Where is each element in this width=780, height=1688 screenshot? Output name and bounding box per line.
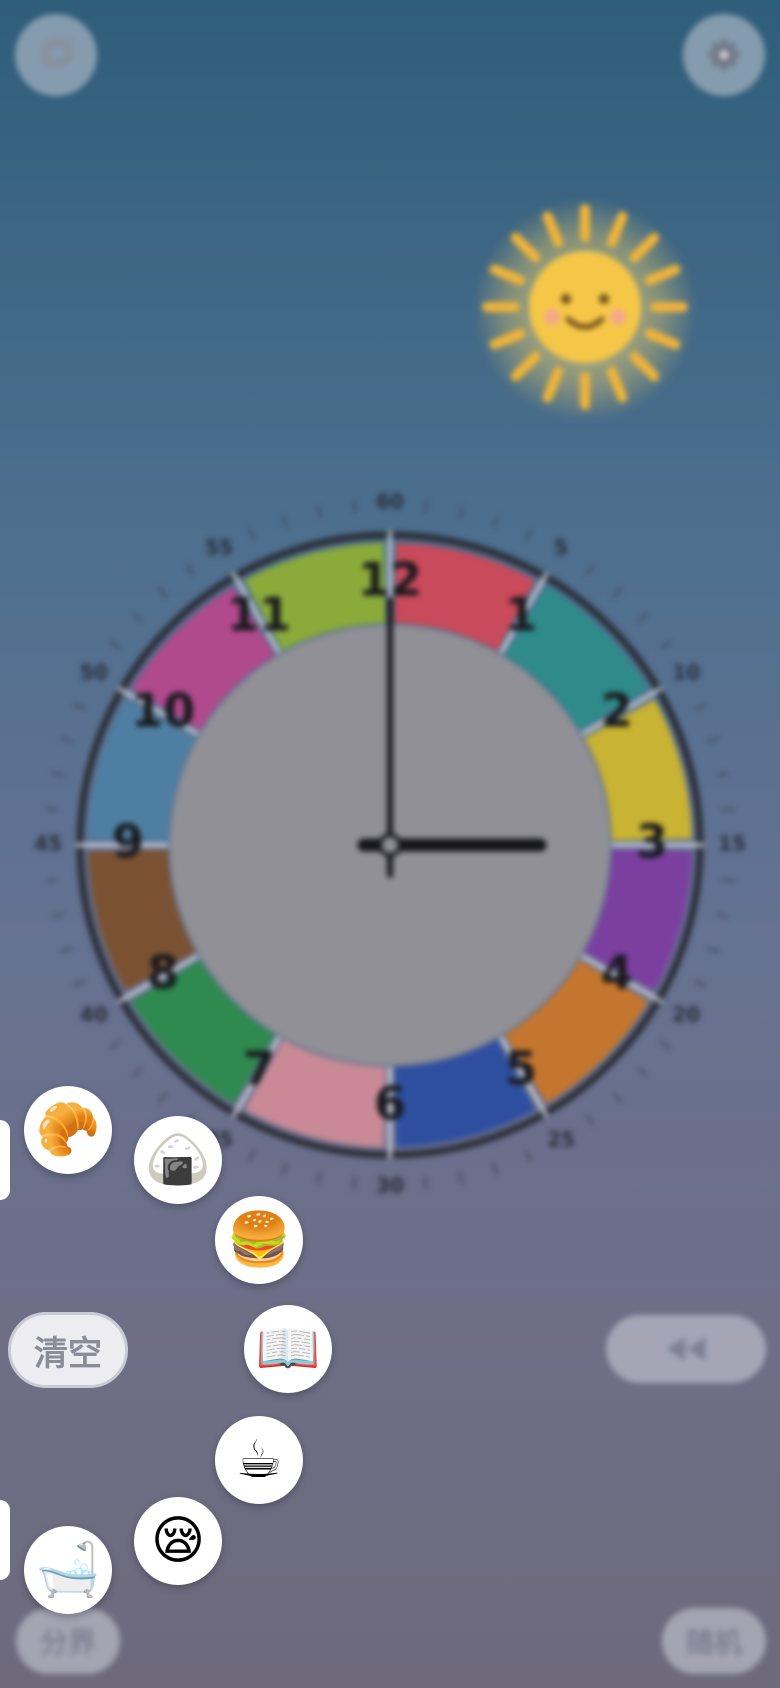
clock-minute-tick: — [127, 607, 148, 628]
clock-minute-tick: — [346, 1175, 363, 1191]
menu-item-partial[interactable] [0, 1500, 10, 1580]
smiling-sun-icon [470, 195, 700, 425]
clock-hour-number: 8 [147, 946, 179, 1000]
clock-minute-tick: — [704, 940, 722, 960]
clock-minute-tick: — [451, 1169, 470, 1186]
clock-minute-tick: — [49, 906, 66, 925]
analog-clock: — — — — — — — — — — — — — — — — — — — — — — — — — — — — — — — — — — — — — — — —… [0, 460, 780, 1220]
clock-minute-tick: — [518, 1146, 538, 1165]
clock-minute-tick: — [655, 1034, 676, 1055]
clock-minute-tick: — [44, 801, 60, 818]
menu-item-bathtub[interactable]: 🛁 [24, 1526, 112, 1614]
clock-minute-tick: — [720, 801, 736, 818]
clock-minute-label: 10 [672, 661, 700, 685]
clock-minute-tick: — [518, 525, 538, 544]
clock-minute-tick: — [346, 499, 363, 515]
clock-minute-tick: — [691, 973, 710, 993]
clock-hour-number: 3 [636, 815, 668, 869]
random-button[interactable]: 随机 [662, 1608, 766, 1674]
menu-item-sleepy[interactable]: 😪 [134, 1497, 222, 1585]
clock-minute-tick: — [105, 1034, 126, 1055]
window-icon [42, 39, 73, 67]
clock-minute-tick: — [451, 504, 470, 521]
settings-button[interactable] [683, 14, 765, 96]
window-button[interactable] [15, 14, 97, 96]
clock-minute-label: 20 [672, 1003, 700, 1027]
clock-minute-tick: — [275, 513, 295, 531]
clock-minute-label: 25 [547, 1128, 575, 1152]
clock-minute-tick: — [152, 582, 173, 603]
clock-minute-tick: — [607, 582, 628, 603]
clock-minute-tick: — [632, 607, 653, 628]
clock-minute-tick: — [105, 635, 126, 656]
rewind-icon [666, 1337, 706, 1361]
clock-center-pin [378, 833, 402, 857]
clock-minute-tick: — [720, 872, 736, 889]
clock-minute-tick: — [579, 560, 600, 581]
clock-minute-tick: — [579, 1110, 600, 1131]
clock-minute-tick: — [632, 1062, 653, 1083]
clock-minute-tick: — [485, 1159, 505, 1177]
clock-minute-tick: — [58, 730, 76, 750]
clock-hour-number: 2 [601, 684, 633, 738]
clock-hour-number: 9 [112, 815, 144, 869]
clock-minute-tick: — [607, 1087, 628, 1108]
clock-minute-tick: — [152, 1087, 173, 1108]
clock-minute-tick: — [704, 730, 722, 750]
clock-minute-label: 55 [205, 535, 233, 559]
clock-hour-number: 5 [505, 1041, 537, 1095]
clock-minute-tick: — [310, 1169, 329, 1186]
clock-minute-tick: — [310, 504, 329, 521]
clock-minute-tick: — [70, 973, 89, 993]
clock-minute-tick: — [417, 499, 434, 515]
clock-minute-label: 60 [376, 490, 404, 514]
clock-hour-number: 10 [131, 684, 195, 738]
clock-hour-number: 7 [243, 1041, 275, 1095]
clock-minute-tick: — [70, 697, 89, 717]
clock-minute-label: 5 [554, 535, 568, 559]
clock-minute-tick: — [242, 1146, 262, 1165]
clock-minute-label: 30 [376, 1174, 404, 1198]
divide-button[interactable]: 分界 [16, 1608, 120, 1674]
clock-minute-tick: — [275, 1159, 295, 1177]
clock-hour-number: 11 [227, 588, 291, 642]
clock-minute-tick: — [58, 940, 76, 960]
menu-item-partial[interactable] [0, 1120, 10, 1200]
clock-minute-tick: — [714, 906, 731, 925]
clock-hour-number: 6 [374, 1077, 406, 1131]
clock-minute-tick: — [691, 697, 710, 717]
menu-item-coffee[interactable]: ☕ [215, 1416, 303, 1504]
clock-minute-tick: — [44, 872, 60, 889]
clock-minute-label: 45 [34, 832, 62, 856]
clock-minute-tick: — [49, 765, 66, 784]
clear-button[interactable]: 清空 [8, 1312, 128, 1388]
clock-minute-tick: — [242, 525, 262, 544]
clock-minute-tick: — [655, 635, 676, 656]
clock-minute-tick: — [485, 513, 505, 531]
menu-item-book[interactable]: 📖 [244, 1305, 332, 1393]
clock-hour-number: 1 [505, 588, 537, 642]
clock-minute-tick: — [127, 1062, 148, 1083]
rewind-button[interactable] [606, 1315, 766, 1383]
clock-minute-label: 40 [80, 1003, 108, 1027]
menu-item-rice-ball[interactable]: 🍙 [134, 1116, 222, 1204]
menu-item-croissant[interactable]: 🥐 [24, 1086, 112, 1174]
clock-minute-label: 50 [80, 661, 108, 685]
clock-minute-tick: — [714, 765, 731, 784]
clock-hour-number: 4 [601, 946, 633, 1000]
menu-item-burger[interactable]: 🍔 [215, 1196, 303, 1284]
clock-minute-tick: — [180, 560, 201, 581]
gear-icon [708, 39, 740, 71]
clock-minute-tick: — [417, 1175, 434, 1191]
clock-minute-label: 15 [718, 832, 746, 856]
